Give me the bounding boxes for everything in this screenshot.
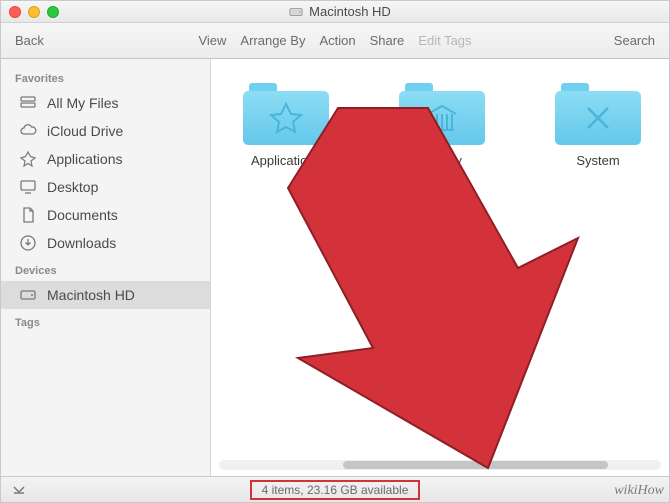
status-text: 4 items, 23.16 GB available <box>250 480 421 500</box>
sidebar-header-favorites: Favorites <box>1 65 210 89</box>
sidebar-item-downloads[interactable]: Downloads <box>1 229 210 257</box>
applications-icon <box>19 150 37 168</box>
downloads-icon <box>19 234 37 252</box>
arrange-button[interactable]: Arrange By <box>240 33 305 48</box>
watermark: wikiHow <box>614 483 664 499</box>
folder-applications[interactable]: Applications <box>243 83 329 168</box>
finder-window: Macintosh HD Back View Arrange By Action… <box>0 0 670 503</box>
window-title-text: Macintosh HD <box>309 4 391 19</box>
disk-icon <box>289 5 303 19</box>
sidebar-item-label: iCloud Drive <box>47 123 123 139</box>
icon-grid: Applications Library System <box>211 59 669 192</box>
folder-system[interactable]: System <box>555 83 641 168</box>
status-bar: 4 items, 23.16 GB available <box>1 476 669 502</box>
folder-library[interactable]: Library <box>399 83 485 168</box>
sidebar: Favorites All My Files iCloud Drive Appl… <box>1 59 211 476</box>
back-button[interactable]: Back <box>15 33 44 48</box>
scrollbar-thumb[interactable] <box>343 461 608 469</box>
path-bar-icon[interactable] <box>11 482 27 498</box>
sidebar-header-devices: Devices <box>1 257 210 281</box>
content-area[interactable]: Applications Library System <box>211 59 669 476</box>
folder-label: Applications <box>251 153 321 168</box>
view-button[interactable]: View <box>198 33 226 48</box>
titlebar: Macintosh HD <box>1 1 669 23</box>
horizontal-scrollbar[interactable] <box>219 460 661 470</box>
applications-glyph-icon <box>266 98 306 138</box>
disk-icon <box>19 286 37 304</box>
sidebar-item-label: Downloads <box>47 235 116 251</box>
cloud-icon <box>19 122 37 140</box>
sidebar-item-label: Desktop <box>47 179 98 195</box>
action-button[interactable]: Action <box>319 33 355 48</box>
sidebar-item-label: Macintosh HD <box>47 287 135 303</box>
edit-tags-button[interactable]: Edit Tags <box>418 33 471 48</box>
all-my-files-icon <box>19 94 37 112</box>
search-button[interactable]: Search <box>614 33 655 48</box>
sidebar-header-tags: Tags <box>1 309 210 333</box>
window-controls <box>9 6 59 18</box>
folder-icon <box>243 83 329 145</box>
sidebar-item-documents[interactable]: Documents <box>1 201 210 229</box>
sidebar-item-icloud-drive[interactable]: iCloud Drive <box>1 117 210 145</box>
zoom-button[interactable] <box>47 6 59 18</box>
folder-icon <box>399 83 485 145</box>
sidebar-item-macintosh-hd[interactable]: Macintosh HD <box>1 281 210 309</box>
share-button[interactable]: Share <box>370 33 405 48</box>
toolbar: Back View Arrange By Action Share Edit T… <box>1 23 669 59</box>
system-glyph-icon <box>578 98 618 138</box>
sidebar-item-label: Documents <box>47 207 118 223</box>
sidebar-item-all-my-files[interactable]: All My Files <box>1 89 210 117</box>
documents-icon <box>19 206 37 224</box>
sidebar-item-label: Applications <box>47 151 123 167</box>
folder-label: Library <box>422 153 462 168</box>
minimize-button[interactable] <box>28 6 40 18</box>
sidebar-item-desktop[interactable]: Desktop <box>1 173 210 201</box>
desktop-icon <box>19 178 37 196</box>
library-glyph-icon <box>422 98 462 138</box>
folder-icon <box>555 83 641 145</box>
close-button[interactable] <box>9 6 21 18</box>
sidebar-item-label: All My Files <box>47 95 119 111</box>
window-title: Macintosh HD <box>59 4 621 19</box>
folder-label: System <box>576 153 619 168</box>
sidebar-item-applications[interactable]: Applications <box>1 145 210 173</box>
window-body: Favorites All My Files iCloud Drive Appl… <box>1 59 669 476</box>
